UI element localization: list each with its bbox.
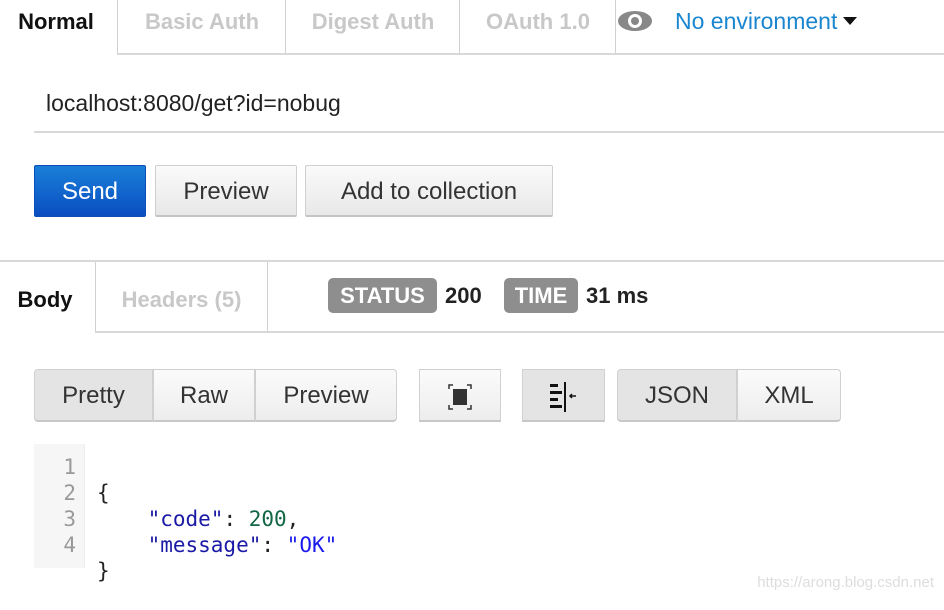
tab-headers[interactable]: Headers (5) <box>95 262 268 332</box>
tab-digest-auth[interactable]: Digest Auth <box>285 0 460 54</box>
line-number: 4 <box>63 533 76 557</box>
time-badge: TIME <box>504 278 578 313</box>
send-button[interactable]: Send <box>34 165 146 217</box>
tab-normal[interactable]: Normal <box>0 0 112 54</box>
eye-icon <box>618 11 652 31</box>
view-pretty[interactable]: Pretty <box>34 369 153 422</box>
add-to-collection-button[interactable]: Add to collection <box>305 165 553 217</box>
line-number: 1 <box>63 455 76 479</box>
chevron-down-icon <box>843 17 858 25</box>
response-body[interactable]: { "code": 200, "message": "OK"} <box>97 454 337 610</box>
status-value: 200 <box>445 283 482 308</box>
view-preview[interactable]: Preview <box>255 369 397 422</box>
fullscreen-button[interactable] <box>419 369 501 422</box>
environment-selector[interactable]: No environment <box>616 6 858 36</box>
watermark: https://arong.blog.csdn.net <box>757 574 934 591</box>
status-badge: STATUS <box>328 278 437 313</box>
tab-basic-auth[interactable]: Basic Auth <box>117 0 286 54</box>
tab-oauth1[interactable]: OAuth 1.0 <box>459 0 616 54</box>
wrap-lines-button[interactable] <box>522 369 605 422</box>
format-json[interactable]: JSON <box>617 369 737 422</box>
wrap-lines-icon <box>549 381 576 412</box>
preview-button[interactable]: Preview <box>155 165 297 217</box>
environment-label: No environment <box>675 7 838 34</box>
line-number: 2 <box>63 481 76 505</box>
line-number: 3 <box>63 507 76 531</box>
tab-body[interactable]: Body <box>0 262 90 332</box>
fullscreen-icon <box>448 383 472 410</box>
line-gutter: 1 2 3 4 <box>34 444 85 568</box>
format-xml[interactable]: XML <box>737 369 841 422</box>
view-raw[interactable]: Raw <box>153 369 255 422</box>
time-value: 31 ms <box>586 283 649 308</box>
url-input[interactable]: localhost:8080/get?id=nobug <box>46 90 341 117</box>
